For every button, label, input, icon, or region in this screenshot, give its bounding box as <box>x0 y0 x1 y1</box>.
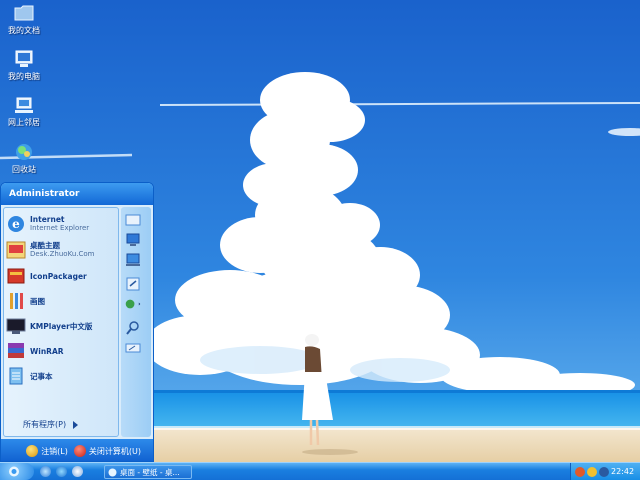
show-desktop-icon[interactable] <box>40 466 51 477</box>
internet-explorer-icon: e <box>8 216 24 232</box>
menu-item-internet[interactable]: e Internet Internet Explorer <box>6 212 118 236</box>
arrow-right-icon <box>73 420 79 429</box>
system-tray: 22:42 <box>570 463 640 480</box>
menu-item-kmplayer[interactable]: KMPlayer中文版 <box>6 314 118 338</box>
desktop-icon-label: 我的文档 <box>8 26 40 35</box>
ie-window-icon <box>108 468 117 476</box>
taskbar-window-button[interactable]: 桌面 - 壁纸 - 桌... <box>104 465 192 479</box>
desktop-icon-network[interactable]: 网上邻居 <box>2 96 46 128</box>
start-button[interactable] <box>0 463 34 480</box>
my-documents-icon[interactable] <box>125 213 141 227</box>
desktop-icon-recycle-bin[interactable]: 回收站 <box>2 143 46 175</box>
tray-volume-icon[interactable] <box>599 466 609 477</box>
menu-item-paint[interactable]: 画图 <box>6 289 118 313</box>
power-icon <box>73 445 86 457</box>
network-places-icon[interactable] <box>125 253 141 267</box>
desktop-icon-my-computer[interactable]: 我的电脑 <box>2 50 46 82</box>
start-menu: Administrator e Internet Internet Explor… <box>0 182 154 462</box>
all-programs-label: 所有程序(P) <box>23 420 67 429</box>
control-panel-icon[interactable] <box>125 277 141 291</box>
media-player-quick-icon[interactable] <box>72 466 83 477</box>
menu-item-title: 桌酷主题 <box>30 241 60 250</box>
recycle-bin-icon <box>16 144 32 160</box>
internet-explorer-quick-icon[interactable] <box>56 466 67 477</box>
tray-app-icon[interactable] <box>575 466 585 477</box>
run-icon[interactable] <box>125 341 141 355</box>
zhuoku-theme-icon <box>6 241 26 259</box>
clock[interactable]: 22:42 <box>611 467 634 476</box>
logoff-icon <box>26 445 39 457</box>
menu-item-title: 画图 <box>30 296 45 306</box>
start-menu-places-pane <box>121 207 151 437</box>
menu-item-subtitle: Desk.ZhuoKu.Com <box>30 250 95 258</box>
taskbar-window-title: 桌面 - 壁纸 - 桌... <box>120 467 180 477</box>
computer-icon <box>15 50 33 67</box>
desktop-icon-my-documents[interactable]: 我的文档 <box>2 4 46 36</box>
my-computer-icon[interactable] <box>125 233 141 247</box>
taskbar: 桌面 - 壁纸 - 桌... 22:42 <box>0 462 640 480</box>
winrar-icon <box>8 343 24 358</box>
menu-item-title: Internet <box>30 215 65 224</box>
desktop-icon-label: 回收站 <box>12 165 36 174</box>
menu-item-title: KMPlayer中文版 <box>30 321 93 331</box>
kmplayer-icon <box>6 318 26 334</box>
desktop-icon-label: 网上邻居 <box>8 118 40 127</box>
menu-item-winrar[interactable]: WinRAR <box>6 339 118 363</box>
logoff-label: 注销(L) <box>41 446 68 456</box>
all-programs-button[interactable]: 所有程序(P) <box>23 419 79 430</box>
menu-item-title: WinRAR <box>30 346 64 356</box>
search-icon[interactable] <box>125 321 141 335</box>
menu-item-subtitle: Internet Explorer <box>30 224 90 232</box>
start-menu-footer: 注销(L) 关闭计算机(U) <box>1 439 153 461</box>
menu-item-iconpackager[interactable]: IconPackager <box>6 264 118 288</box>
svg-text:e: e <box>12 217 20 231</box>
start-logo-icon <box>9 466 19 477</box>
iconpackager-icon <box>7 268 25 284</box>
logoff-button[interactable]: 注销(L) <box>26 445 68 457</box>
network-icon <box>15 97 33 113</box>
start-menu-header: Administrator <box>1 183 153 205</box>
folder-icon <box>14 5 34 21</box>
desktop-icon-label: 我的电脑 <box>8 72 40 81</box>
tray-messenger-icon[interactable] <box>587 466 597 477</box>
menu-item-zhuoku-theme[interactable]: 桌酷主题 Desk.ZhuoKu.Com <box>6 238 118 262</box>
menu-item-notepad[interactable]: 记事本 <box>6 364 118 388</box>
shutdown-label: 关闭计算机(U) <box>88 446 141 456</box>
menu-item-title: IconPackager <box>30 271 87 281</box>
shutdown-button[interactable]: 关闭计算机(U) <box>73 445 141 457</box>
menu-item-title: 记事本 <box>30 371 53 381</box>
notepad-icon <box>9 367 23 385</box>
user-name: Administrator <box>9 189 80 199</box>
globe-submenu-icon[interactable] <box>125 297 141 311</box>
paint-icon <box>10 293 23 309</box>
start-menu-programs-pane: e Internet Internet Explorer 桌酷主题 Desk.Z… <box>3 207 119 441</box>
